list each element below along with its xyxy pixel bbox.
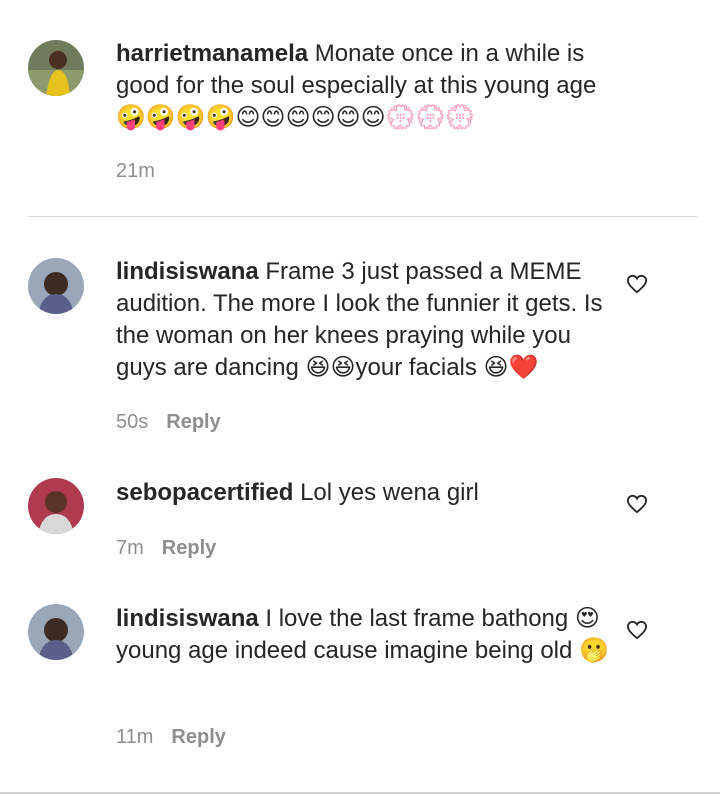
comment-username[interactable]: sebopacertified [116,479,293,506]
comment-meta: 50s Reply [116,411,221,434]
avatar[interactable] [28,258,84,314]
comment-time: 11m [116,726,154,748]
avatar[interactable] [28,604,84,660]
comment-time: 7m [116,537,144,559]
comment-username[interactable]: harrietmanamela [116,40,308,67]
reply-button[interactable]: Reply [166,411,220,433]
comment-body: lindisiswana Frame 3 just passed a MEME … [116,256,616,384]
comment-meta: 11m Reply [116,726,226,749]
comment-meta: 21m [116,160,155,183]
comment-username[interactable]: lindisiswana [116,605,259,632]
comment-time: 21m [116,160,155,182]
reply-button[interactable]: Reply [171,726,225,748]
reply-button[interactable]: Reply [162,537,216,559]
avatar[interactable] [28,40,84,96]
comment-body: lindisiswana I love the last frame batho… [116,603,616,667]
divider [28,216,698,217]
comment-body: harrietmanamela Monate once in a while i… [116,38,616,134]
like-heart-icon[interactable] [626,620,648,640]
comment-body: sebopacertified Lol yes wena girl [116,477,616,509]
like-heart-icon[interactable] [626,494,648,514]
like-heart-icon[interactable] [626,274,648,294]
avatar[interactable] [28,478,84,534]
comment-meta: 7m Reply [116,537,216,560]
comment-username[interactable]: lindisiswana [116,258,259,285]
bottom-divider [0,792,720,794]
comment-text: Lol yes wena girl [300,479,479,506]
comment-time: 50s [116,411,149,433]
